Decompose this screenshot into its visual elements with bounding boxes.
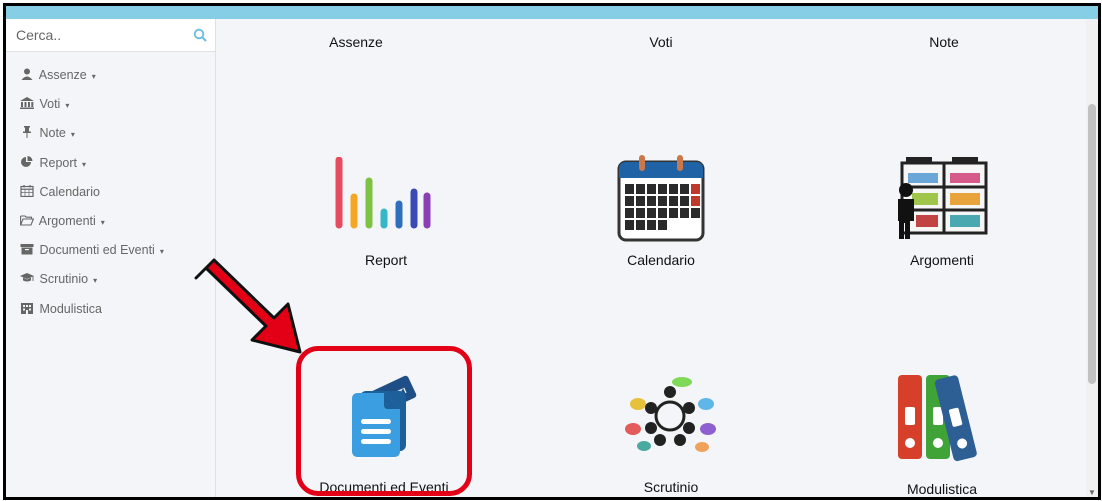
folder-open-icon [20, 215, 34, 226]
tile-voti[interactable]: Voti [561, 34, 761, 50]
tile-label: Report [364, 252, 408, 268]
calendar-day-cell [636, 196, 645, 206]
sidebar-item-label: Calendario [39, 184, 100, 199]
building-icon [21, 302, 33, 314]
sidebar-item-label: Scrutinio [39, 272, 89, 287]
calendar-day-cell [636, 220, 645, 230]
chevron-down-icon: ▾ [65, 101, 70, 111]
calendar-day-cell [680, 208, 689, 218]
chevron-down-icon: ▾ [159, 247, 164, 257]
calendar-day-cell [647, 208, 656, 218]
sidebar-item-assenze[interactable]: Assenze ▾ [6, 61, 215, 90]
sidebar-item-voti[interactable]: Voti ▾ [6, 90, 215, 119]
search-icon[interactable] [193, 28, 207, 42]
calendar-day-cell [647, 196, 656, 206]
calendar-day-cell [691, 208, 700, 218]
tile-label: Scrutinio [643, 479, 699, 495]
bank-icon [20, 97, 34, 110]
calendar-day-cell [625, 220, 634, 230]
tile-label: Calendario [627, 252, 695, 268]
app-window: Assenze▾ Voti▾ Note▾ Report▾ Calendario … [3, 3, 1101, 500]
sidebar-item-argomenti[interactable]: Argomenti ▾ [6, 207, 215, 236]
tile-calendario[interactable]: Calendario [616, 154, 706, 274]
tile-label: Voti [649, 34, 673, 50]
graduation-cap-icon [20, 273, 34, 282]
pin-icon [23, 126, 31, 139]
sidebar-item-scrutinio[interactable]: Scrutinio ▾ [6, 265, 215, 294]
calendar-day-cell [658, 220, 667, 230]
bookshelf-icon [898, 157, 988, 239]
sidebar-item-label: Documenti ed Eventi [39, 243, 155, 258]
calendar-day-cell [658, 184, 667, 194]
sidebar-item-documenti-ed-eventi[interactable]: Documenti ed Eventi ▾ [6, 236, 215, 265]
archive-icon [20, 244, 34, 255]
tile-scrutinio[interactable]: Scrutinio [616, 374, 716, 495]
meeting-icon [625, 377, 716, 452]
calendar-day-cell [680, 184, 689, 194]
sidebar-item-label: Report [39, 155, 78, 170]
sidebar-item-label: Argomenti [38, 213, 96, 228]
chevron-down-icon: ▾ [82, 159, 87, 169]
sidebar-item-label: Note [39, 126, 66, 141]
chevron-down-icon: ▾ [93, 276, 98, 286]
calendar-icon [617, 155, 705, 242]
calendar-day-cell [625, 208, 634, 218]
calendar-day-cell [625, 196, 634, 206]
calendar-day-cell [691, 184, 700, 194]
calendar-day-cell [625, 184, 634, 194]
sidebar: Assenze▾ Voti▾ Note▾ Report▾ Calendario … [6, 19, 216, 497]
calendar-day-cell [636, 208, 645, 218]
calendar-day-cell [636, 184, 645, 194]
tile-label: Assenze [329, 34, 383, 50]
sidebar-menu: Assenze ▾ Voti ▾ Note ▾ Report ▾ Calendario … [6, 61, 215, 324]
tile-label: Modulistica [906, 481, 978, 497]
scroll-down-icon[interactable]: ▼ [1088, 488, 1096, 497]
chevron-down-icon: ▾ [100, 217, 105, 227]
chevron-down-icon: ▾ [70, 130, 75, 140]
annotation-arrow-icon [194, 258, 302, 354]
bar-chart-icon [335, 157, 431, 229]
calendar-day-cell [658, 208, 667, 218]
calendar-day-cell [669, 184, 678, 194]
calendar-icon [20, 184, 34, 197]
sidebar-item-label: Voti [39, 97, 61, 112]
calendar-day-cell [669, 196, 678, 206]
calendar-day-cell [647, 220, 656, 230]
sidebar-item-label: Modulistica [39, 301, 103, 316]
annotation-highlight-box [296, 346, 472, 496]
sidebar-item-report[interactable]: Report ▾ [6, 149, 215, 178]
sidebar-item-modulistica[interactable]: Modulistica [6, 295, 215, 324]
sidebar-item-note[interactable]: Note ▾ [6, 119, 215, 148]
top-bar [6, 6, 1098, 19]
tile-assenze[interactable]: Assenze [256, 34, 456, 50]
scrollbar-thumb[interactable] [1088, 104, 1096, 384]
binders-icon [898, 375, 977, 462]
calendar-day-cell [691, 196, 700, 206]
calendar-day-cell [658, 196, 667, 206]
user-icon [21, 68, 33, 80]
search-input[interactable] [6, 19, 186, 51]
tile-label: Argomenti [910, 252, 974, 268]
tile-note[interactable]: Note [844, 34, 1044, 50]
tile-argomenti[interactable]: Argomenti [892, 154, 992, 274]
tile-modulistica[interactable]: Modulistica [892, 371, 992, 497]
chevron-down-icon: ▾ [91, 72, 96, 81]
tile-report[interactable]: Report [316, 154, 456, 274]
search-box [6, 19, 215, 52]
scrollbar[interactable]: ▼ [1086, 19, 1098, 497]
pie-chart-icon [21, 155, 33, 167]
calendar-day-cell [647, 184, 656, 194]
sidebar-item-calendario[interactable]: Calendario [6, 178, 215, 207]
sidebar-item-label: Assenze [38, 68, 87, 82]
tile-label: Note [929, 34, 959, 50]
calendar-day-cell [669, 208, 678, 218]
calendar-day-cell [680, 196, 689, 206]
